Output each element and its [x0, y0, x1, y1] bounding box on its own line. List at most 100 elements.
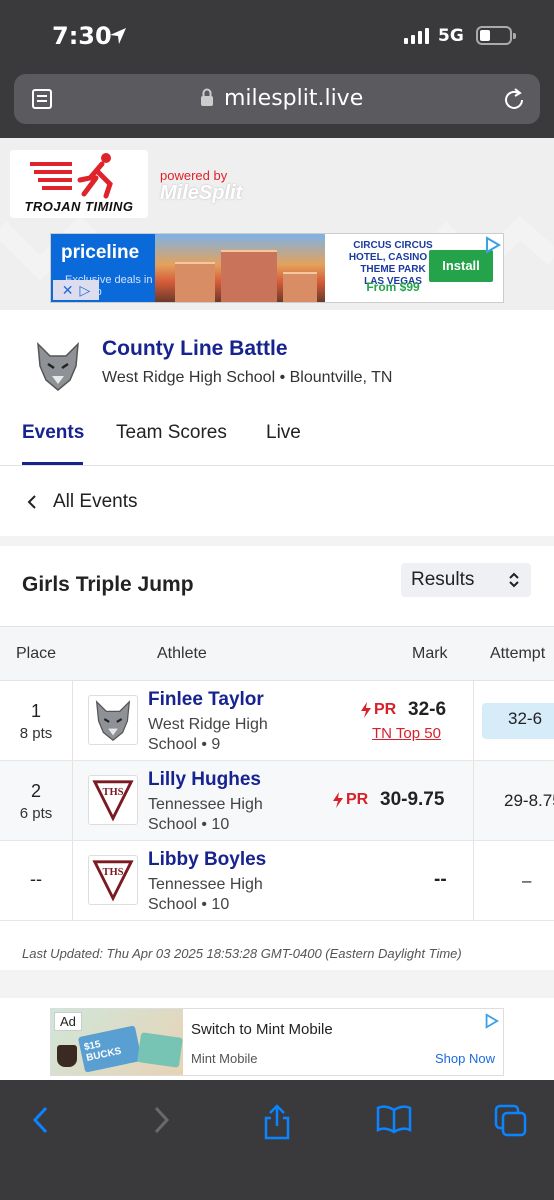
tab-team-scores[interactable]: Team Scores — [116, 422, 227, 444]
coffee-cup-icon — [57, 1045, 77, 1067]
tabs-icon[interactable] — [494, 1104, 528, 1138]
pr-label: PR — [374, 701, 397, 718]
pr-badge: PR — [332, 791, 368, 809]
place-value: 1 — [30, 701, 41, 721]
svg-text:THS: THS — [102, 867, 123, 878]
mint-mobile-ad[interactable]: Ad $15 BUCKS Switch to Mint Mobile Mint … — [0, 998, 554, 1080]
chevron-left-icon — [27, 495, 36, 509]
header-place: Place — [16, 645, 57, 662]
view-select[interactable]: Results — [401, 563, 531, 597]
milesplit-logo[interactable]: MileSplit — [160, 182, 242, 205]
ad-close-controls[interactable]: ✕ ▷ — [53, 280, 99, 300]
browser-address-area: milesplit.live — [0, 72, 554, 138]
address-bar[interactable]: milesplit.live — [14, 74, 540, 124]
ths-logo-icon: THS — [88, 855, 138, 905]
state-rank-link[interactable]: TN Top 50 — [372, 725, 441, 742]
ths-logo-icon: THS — [88, 775, 138, 825]
mark-value: 30-9.75 — [380, 789, 445, 810]
browser-toolbar — [0, 1080, 554, 1200]
network-type: 5G — [438, 26, 464, 46]
chevron-updown-icon — [509, 572, 519, 588]
pr-label: PR — [346, 791, 369, 808]
attempt-value: – — [522, 871, 532, 890]
adchoices-icon[interactable] — [483, 236, 501, 254]
ad-image: Ad $15 BUCKS — [51, 1009, 183, 1075]
athlete-school: Tennessee High School • 10 — [148, 876, 263, 913]
athlete-name[interactable]: Finlee Taylor — [148, 689, 264, 711]
reload-icon[interactable] — [502, 86, 526, 112]
attempt-value: 32-6 — [482, 703, 554, 739]
logo-text: TROJAN TIMING — [24, 199, 134, 214]
status-bar: 7:30 5G — [0, 0, 554, 72]
header-mark: Mark — [412, 645, 448, 662]
battery-icon — [476, 26, 516, 45]
ad-title: Switch to Mint Mobile — [191, 1021, 333, 1038]
place-value: -- — [30, 869, 42, 889]
tab-live[interactable]: Live — [266, 422, 301, 444]
ad-brand-panel: priceline Exclusive deals in the app ✕ ▷ — [51, 234, 155, 302]
signal-icon — [404, 28, 429, 44]
header-athlete: Athlete — [157, 645, 207, 662]
mark-value: -- — [434, 869, 447, 890]
points-value: 8 pts — [19, 725, 53, 742]
event-name: Girls Triple Jump — [22, 573, 194, 596]
forward-icon[interactable] — [150, 1104, 172, 1136]
mark-value: 32-6 — [408, 699, 447, 720]
wolf-logo-icon — [37, 342, 79, 391]
attempt-value: 29-8.75 — [504, 791, 554, 810]
table-header: Place Athlete Mark Attempt — [0, 627, 554, 681]
meet-tabs: Events Team Scores Live — [0, 420, 554, 466]
last-updated: Last Updated: Thu Apr 03 2025 18:53:28 G… — [22, 946, 462, 961]
athlete-school: West Ridge High School • 9 — [148, 716, 268, 753]
tab-events[interactable]: Events — [22, 422, 84, 444]
ad-hotel-text: CIRCUS CIRCUS HOTEL, CASINO & THEME PARK — [348, 240, 438, 275]
athlete-name[interactable]: Libby Boyles — [148, 849, 266, 871]
priceline-ad[interactable]: priceline Exclusive deals in the app ✕ ▷… — [50, 233, 504, 303]
all-events-link[interactable]: All Events — [0, 478, 554, 526]
meet-title[interactable]: County Line Battle — [102, 337, 288, 361]
athlete-school: Tennessee High School • 10 — [148, 796, 263, 833]
site-banner: TROJAN TIMING powered by MileSplit price… — [0, 138, 554, 310]
shop-now-link[interactable]: Shop Now — [435, 1051, 495, 1066]
points-value: 6 pts — [19, 805, 53, 822]
url-text: milesplit.live — [224, 86, 364, 111]
active-tab-indicator — [22, 462, 83, 465]
share-icon[interactable] — [262, 1104, 292, 1140]
runner-icon — [30, 153, 113, 199]
section-divider — [0, 536, 554, 546]
event-header: Girls Triple Jump Results — [0, 546, 554, 626]
ad-card-green — [137, 1032, 183, 1068]
close-icon[interactable]: ✕ — [62, 282, 74, 299]
status-time: 7:30 — [52, 22, 112, 50]
pr-badge: PR — [360, 701, 396, 719]
play-icon[interactable]: ▷ — [79, 282, 90, 299]
header-attempt: Attempt — [490, 645, 546, 662]
ad-install-button[interactable]: Install — [429, 250, 493, 282]
bookmarks-icon[interactable] — [376, 1104, 412, 1134]
meet-header: County Line Battle West Ridge High Schoo… — [0, 310, 554, 546]
results-table: Place Athlete Mark Attempt 1 8 pts Finle… — [0, 626, 554, 922]
ad-brand: priceline — [61, 242, 140, 263]
all-events-label: All Events — [53, 491, 138, 512]
athlete-name[interactable]: Lilly Hughes — [148, 769, 261, 791]
section-divider — [0, 970, 554, 998]
table-row[interactable]: -- THS Libby Boyles Tennessee High Schoo… — [0, 841, 554, 921]
wolf-logo-icon — [88, 695, 138, 745]
adchoices-icon[interactable] — [483, 1013, 499, 1029]
lightning-icon — [361, 702, 371, 718]
ad-advertiser: Mint Mobile — [191, 1051, 258, 1066]
lock-icon — [201, 88, 213, 106]
meet-location: West Ridge High School • Blountville, TN — [102, 369, 393, 386]
ad-card: $15 BUCKS — [77, 1025, 143, 1073]
place-value: 2 — [30, 781, 41, 801]
trojan-timing-logo[interactable]: TROJAN TIMING — [10, 150, 148, 218]
powered-by-label: powered by — [160, 168, 228, 183]
table-row[interactable]: 2 6 pts THS Lilly Hughes Tennessee High … — [0, 761, 554, 841]
back-icon[interactable] — [30, 1104, 52, 1136]
ad-container[interactable]: Ad $15 BUCKS Switch to Mint Mobile Mint … — [50, 1008, 504, 1076]
table-row[interactable]: 1 8 pts Finlee Taylor West Ridge High Sc… — [0, 681, 554, 761]
ad-hotel-image — [155, 234, 325, 302]
lightning-icon — [333, 792, 343, 808]
ad-tag: Ad — [54, 1012, 82, 1031]
reader-view-icon[interactable] — [30, 87, 54, 111]
